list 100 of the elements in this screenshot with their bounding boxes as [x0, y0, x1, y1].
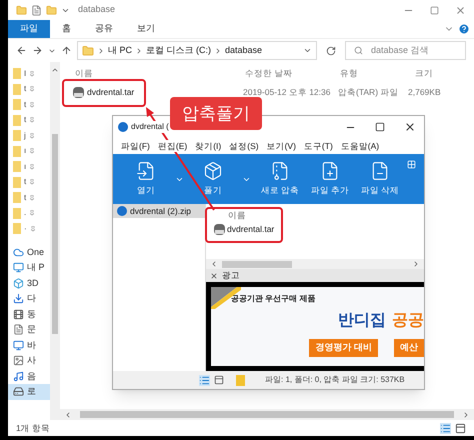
archive-file-icon	[214, 224, 225, 234]
close-icon[interactable]	[404, 121, 416, 133]
navigation-item[interactable]: ·	[8, 221, 50, 236]
details-view-icon[interactable]	[440, 422, 451, 434]
navigation-item[interactable]: j	[8, 128, 50, 144]
ad-headline: 공공	[392, 311, 424, 331]
menu-item[interactable]: 편집(E)	[158, 140, 188, 152]
forward-icon[interactable]	[32, 45, 43, 56]
navigation-item[interactable]: t	[8, 82, 50, 97]
menu-item[interactable]: 찾기(I)	[195, 140, 222, 152]
refresh-icon[interactable]	[326, 46, 336, 56]
thumbnail-view-icon[interactable]	[214, 375, 224, 385]
pin-icon	[30, 226, 36, 232]
video-icon	[13, 308, 24, 320]
column-header[interactable]: 이름	[228, 208, 246, 222]
doc-icon	[13, 324, 24, 336]
add-icon	[320, 161, 340, 182]
column-header[interactable]: 수정한 날짜	[245, 66, 340, 80]
toolbar-button[interactable]: 파일 삭제	[359, 156, 401, 202]
navigation-item[interactable]: 바	[8, 338, 50, 353]
download-icon	[13, 293, 24, 304]
address-bar[interactable]: 내 PC 로컬 디스크 (C:) database	[77, 41, 317, 60]
file-name[interactable]: dvdrental.tar	[227, 222, 274, 236]
navigation-item[interactable]: .	[8, 206, 50, 221]
navigation-item[interactable]: 로	[8, 384, 50, 400]
navigation-item[interactable]: 내 P	[8, 260, 50, 276]
toolbar-button[interactable]: 풀기	[192, 156, 234, 202]
navigation-item[interactable]: ı	[8, 144, 50, 159]
navigation-item[interactable]: 다	[8, 291, 50, 306]
app-logo-icon	[118, 122, 128, 132]
cube-icon	[13, 278, 24, 289]
extract-icon	[203, 161, 223, 182]
navigation-item[interactable]: t	[8, 112, 50, 128]
back-icon[interactable]	[16, 45, 27, 56]
column-header[interactable]: 이름	[75, 66, 245, 80]
delete-icon	[370, 161, 390, 182]
address-dropdown-icon[interactable]	[303, 46, 312, 55]
table-cell-text: 2019-05-12 오후 12:36	[243, 86, 332, 98]
pin-icon	[29, 70, 36, 77]
ad-tagline: 공공기관 우선구매 제품	[231, 293, 316, 305]
navigation-item[interactable]: 문	[8, 322, 50, 338]
ribbon-tab[interactable]: 공유	[83, 20, 125, 38]
navigation-item[interactable]: I	[8, 66, 50, 82]
scroll-right-icon[interactable]	[412, 260, 420, 268]
table-cell-text: 압축(TAR) 파일	[338, 86, 400, 98]
new-icon	[270, 161, 290, 182]
ad-headline: 반디집	[338, 311, 386, 331]
navigation-item[interactable]: t	[8, 97, 50, 112]
pin-icon	[29, 194, 36, 201]
close-icon[interactable]	[210, 272, 218, 280]
ribbon-tab[interactable]: 홈	[50, 20, 83, 38]
navigation-item[interactable]: t	[8, 190, 50, 206]
maximize-icon[interactable]	[375, 122, 385, 132]
scroll-left-icon[interactable]	[64, 410, 72, 418]
navigation-item[interactable]: ı	[8, 159, 50, 174]
up-icon[interactable]	[61, 45, 72, 56]
toolbar-button[interactable]: 파일 추가	[309, 156, 351, 202]
help-icon[interactable]	[458, 23, 470, 35]
file-name[interactable]: dvdrental.tar	[87, 86, 134, 98]
breadcrumb-item[interactable]: 내 PC	[108, 44, 132, 58]
horizontal-scrollbar[interactable]	[206, 259, 424, 269]
menu-item[interactable]: 도구(T)	[304, 140, 333, 152]
desktop-icon	[13, 340, 24, 351]
menu-item[interactable]: 설정(S)	[229, 140, 259, 152]
search-icon	[354, 46, 363, 55]
navigation-item[interactable]: 3D	[8, 276, 50, 291]
large-icons-view-icon[interactable]	[455, 422, 466, 434]
menu-item[interactable]: 보기(V)	[266, 140, 296, 152]
scroll-right-icon[interactable]	[462, 410, 470, 418]
breadcrumb-item[interactable]: 로컬 디스크 (C:)	[146, 44, 212, 58]
layout-icon[interactable]	[407, 160, 416, 169]
vertical-scrollbar[interactable]	[50, 62, 60, 420]
menu-item[interactable]: 파일(F)	[121, 140, 150, 152]
horizontal-scrollbar[interactable]	[60, 409, 474, 420]
scroll-up-icon[interactable]	[51, 66, 59, 74]
scroll-left-icon[interactable]	[210, 260, 218, 268]
pin-icon	[28, 132, 35, 139]
navigation-item[interactable]: One	[8, 244, 50, 260]
column-header[interactable]: 크기	[415, 66, 433, 80]
ribbon-tab[interactable]: 파일	[8, 20, 50, 38]
details-view-icon[interactable]	[199, 374, 210, 386]
navigation-item[interactable]: 동	[8, 306, 50, 322]
toolbar-button[interactable]: 열기	[125, 156, 167, 202]
pin-icon	[29, 117, 36, 124]
music-icon	[13, 370, 24, 382]
ad-label: 광고	[222, 269, 240, 282]
navigation-item[interactable]: t	[8, 174, 50, 190]
archive-item[interactable]: dvdrental (2).zip	[113, 204, 205, 218]
pin-icon	[29, 179, 36, 186]
toolbar-button[interactable]: 새로 압축	[259, 156, 301, 202]
column-header[interactable]: 유형	[340, 66, 415, 80]
pin-icon	[29, 148, 36, 154]
open-icon	[136, 161, 156, 182]
menu-item[interactable]: 도움말(A)	[340, 140, 380, 152]
navigation-item[interactable]: 사	[8, 353, 50, 368]
ribbon-tab[interactable]: 보기	[125, 20, 167, 38]
navigation-item[interactable]: 음	[8, 368, 50, 384]
search-field[interactable]: database 검색	[345, 41, 466, 60]
properties-icon[interactable]	[31, 4, 42, 16]
breadcrumb-item[interactable]: database	[225, 44, 262, 58]
